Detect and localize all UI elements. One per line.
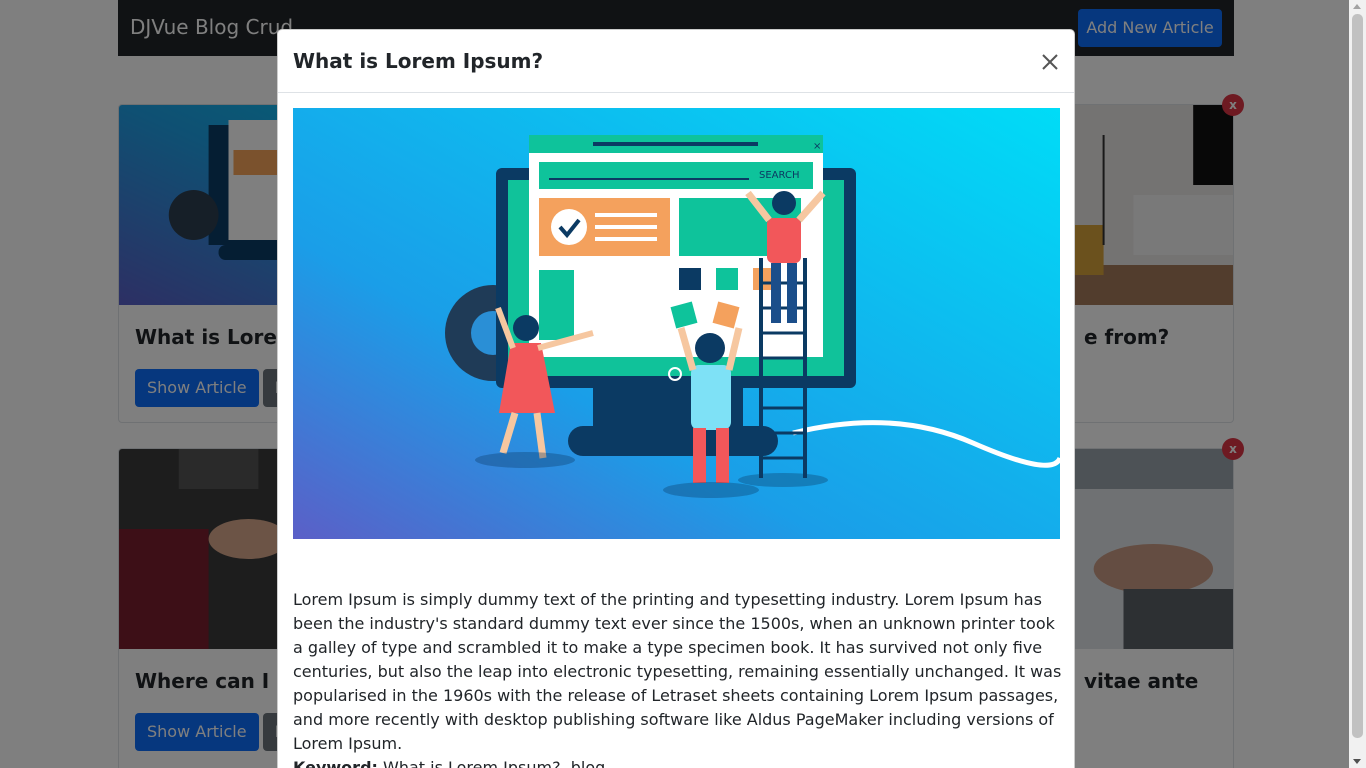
svg-text:×: ×: [813, 141, 821, 152]
keyword-value: What is Lorem Ipsum?, blog: [383, 758, 606, 768]
article-image: × SEARCH: [293, 108, 1060, 539]
article-body: Lorem Ipsum is simply dummy text of the …: [293, 590, 1062, 753]
close-icon[interactable]: [1040, 52, 1060, 72]
modal-header: What is Lorem Ipsum?: [278, 30, 1074, 93]
keyword-label: Keyword:: [293, 758, 378, 768]
article-modal: What is Lorem Ipsum? × SEARCH Lorem Ipsu…: [277, 29, 1075, 768]
scroll-up-arrow-icon[interactable]: [1353, 4, 1361, 9]
scroll-down-arrow-icon[interactable]: [1353, 759, 1361, 764]
article-keywords: Keyword: What is Lorem Ipsum?, blog: [293, 756, 605, 768]
image-search-label: SEARCH: [759, 170, 799, 181]
modal-title: What is Lorem Ipsum?: [293, 49, 544, 73]
scrollbar-thumb[interactable]: [1352, 14, 1363, 738]
scrollbar[interactable]: [1349, 0, 1366, 768]
